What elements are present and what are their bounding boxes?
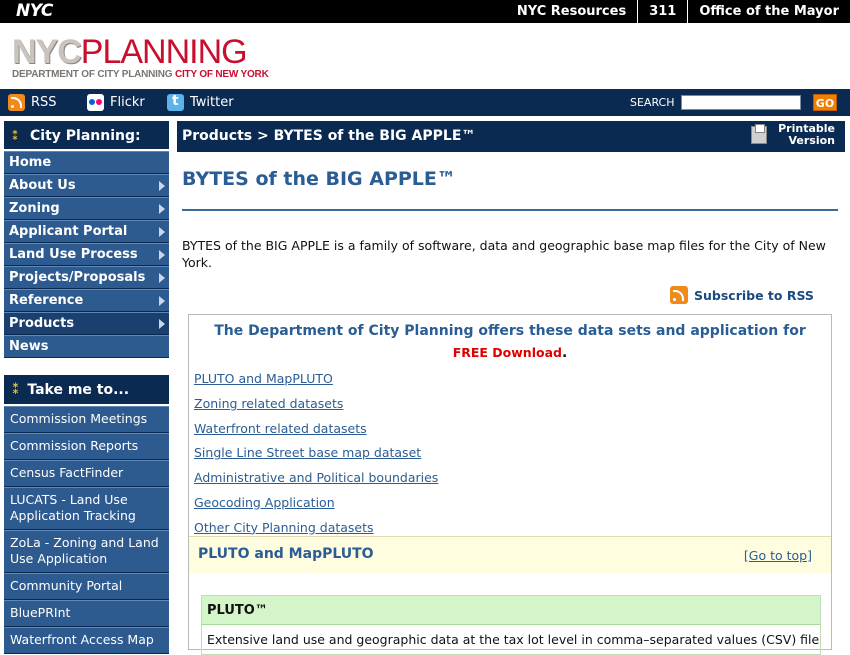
sidebar-item-zoning[interactable]: Zoning <box>4 197 169 220</box>
sidebar-item-news[interactable]: News <box>4 335 169 358</box>
pluto-panel-text: Extensive land use and geographic data a… <box>207 632 820 647</box>
nav-label: Products <box>9 316 75 331</box>
chevron-right-icon <box>159 273 165 283</box>
free-download-label: FREE Download <box>452 345 562 360</box>
logo-city: CITY OF NEW YORK <box>174 69 269 80</box>
take-me-to-heading: ⁑ Take me to... <box>4 375 169 406</box>
datasets-heading: The Department of City Planning offers t… <box>189 315 831 364</box>
bullet-icon: ⁑ <box>12 382 20 398</box>
search-label: SEARCH <box>630 96 675 109</box>
top-bar: NYC NYC Resources 311 Office of the Mayo… <box>0 0 850 23</box>
take-item-waterfront-access-map[interactable]: Waterfront Access Map <box>4 627 169 654</box>
printable-version-link[interactable]: Printable Version <box>751 123 835 147</box>
nav-label: Home <box>9 155 52 170</box>
subscribe-rss-link[interactable]: Subscribe to RSS <box>670 286 814 304</box>
main-content: Products > BYTES of the BIG APPLE™ Print… <box>177 121 845 655</box>
breadcrumb-bar: Products > BYTES of the BIG APPLE™ Print… <box>177 121 845 152</box>
link-zoning-datasets[interactable]: Zoning related datasets <box>194 392 438 417</box>
twitter-icon <box>167 93 184 111</box>
flickr-icon <box>87 94 104 111</box>
sidebar-item-products[interactable]: Products <box>4 312 169 335</box>
nav-label: News <box>9 339 49 354</box>
nyc-planning-logo[interactable]: NYCPLANNING DEPARTMENT OF CITY PLANNING … <box>12 35 269 80</box>
intro-text: BYTES of the BIG APPLE is a family of so… <box>182 238 826 270</box>
rss-icon <box>8 94 25 111</box>
breadcrumb: Products > BYTES of the BIG APPLE™ <box>182 128 476 144</box>
search-go-button[interactable]: GO <box>813 94 837 111</box>
datasets-box: The Department of City Planning offers t… <box>188 314 832 655</box>
take-item-census-factfinder[interactable]: Census FactFinder <box>4 460 169 487</box>
take-item-community-portal[interactable]: Community Portal <box>4 573 169 600</box>
take-item-commission-meetings[interactable]: Commission Meetings <box>4 406 169 433</box>
logo-nyc: NYC <box>12 33 82 71</box>
subscribe-label: Subscribe to RSS <box>694 287 814 303</box>
printer-icon <box>751 124 768 144</box>
twitter-link[interactable]: Twitter <box>167 89 234 116</box>
sidebar-heading-text: City Planning: <box>30 128 141 144</box>
take-item-lucats[interactable]: LUCATS - Land Use Application Tracking <box>4 487 169 530</box>
twitter-label: Twitter <box>190 95 234 110</box>
title-divider <box>182 209 838 211</box>
datasets-heading-text: The Department of City Planning offers t… <box>214 323 806 339</box>
nav-label: Projects/Proposals <box>9 270 146 285</box>
page-title: BYTES of the BIG APPLE™ <box>182 168 456 190</box>
take-item-blueprint[interactable]: BluePRInt <box>4 600 169 627</box>
chevron-right-icon <box>159 250 165 260</box>
chevron-right-icon <box>159 227 165 237</box>
office-of-mayor-link[interactable]: Office of the Mayor <box>687 0 850 23</box>
sidebar-item-applicant-portal[interactable]: Applicant Portal <box>4 220 169 243</box>
printable-line2: Version <box>788 134 835 147</box>
logo-dept: DEPARTMENT OF CITY PLANNING <box>12 69 173 80</box>
flickr-link[interactable]: Flickr <box>87 89 145 116</box>
chevron-right-icon <box>159 319 165 329</box>
link-single-line-street[interactable]: Single Line Street base map dataset <box>194 441 438 466</box>
rss-label: RSS <box>31 95 57 110</box>
rss-link[interactable]: RSS <box>8 89 57 116</box>
bullet-icon: ⁑ <box>12 129 19 143</box>
left-sidebar: ⁑ City Planning: Home About Us Zoning App… <box>4 121 169 654</box>
search-input[interactable] <box>681 95 801 110</box>
pluto-panel: PLUTO™ Extensive land use and geographic… <box>201 595 821 655</box>
nav-label: About Us <box>9 178 76 193</box>
social-bar: RSS Flickr Twitter SEARCH GO <box>0 89 850 116</box>
nav-label: Land Use Process <box>9 247 138 262</box>
chevron-right-icon <box>159 181 165 191</box>
logo-planning: PLANNING <box>80 33 248 71</box>
nyc-resources-link[interactable]: NYC Resources <box>506 0 637 23</box>
nyc-logo[interactable]: NYC <box>16 1 53 21</box>
311-link[interactable]: 311 <box>637 0 687 23</box>
nav-label: Reference <box>9 293 84 308</box>
flickr-label: Flickr <box>110 95 145 110</box>
link-waterfront-datasets[interactable]: Waterfront related datasets <box>194 417 438 442</box>
sidebar-item-projects-proposals[interactable]: Projects/Proposals <box>4 266 169 289</box>
sidebar-item-reference[interactable]: Reference <box>4 289 169 312</box>
link-pluto-mappluto[interactable]: PLUTO and MapPLUTO <box>194 367 438 392</box>
take-item-commission-reports[interactable]: Commission Reports <box>4 433 169 460</box>
dataset-links: PLUTO and MapPLUTO Zoning related datase… <box>194 367 438 541</box>
take-item-zola[interactable]: ZoLa - Zoning and Land Use Application <box>4 530 169 573</box>
link-geocoding-application[interactable]: Geocoding Application <box>194 491 438 516</box>
site-header: NYCPLANNING DEPARTMENT OF CITY PLANNING … <box>0 23 850 89</box>
take-me-to-text: Take me to... <box>27 382 130 398</box>
go-to-top-link[interactable]: [Go to top] <box>744 548 812 563</box>
sidebar-heading: ⁑ City Planning: <box>4 121 169 151</box>
sidebar-item-land-use-process[interactable]: Land Use Process <box>4 243 169 266</box>
pluto-section-heading: PLUTO and MapPLUTO <box>198 546 374 562</box>
top-links: NYC Resources 311 Office of the Mayor <box>506 0 850 23</box>
sidebar-item-about-us[interactable]: About Us <box>4 174 169 197</box>
chevron-right-icon <box>159 204 165 214</box>
rss-icon <box>670 286 688 304</box>
pluto-section-header: PLUTO and MapPLUTO [Go to top] <box>189 536 831 573</box>
heading-period: . <box>561 345 568 361</box>
pluto-panel-title: PLUTO™ <box>202 596 820 625</box>
nav-label: Zoning <box>9 201 60 216</box>
sidebar-item-home[interactable]: Home <box>4 151 169 174</box>
link-admin-political-boundaries[interactable]: Administrative and Political boundaries <box>194 466 438 491</box>
nav-label: Applicant Portal <box>9 224 128 239</box>
chevron-right-icon <box>159 296 165 306</box>
